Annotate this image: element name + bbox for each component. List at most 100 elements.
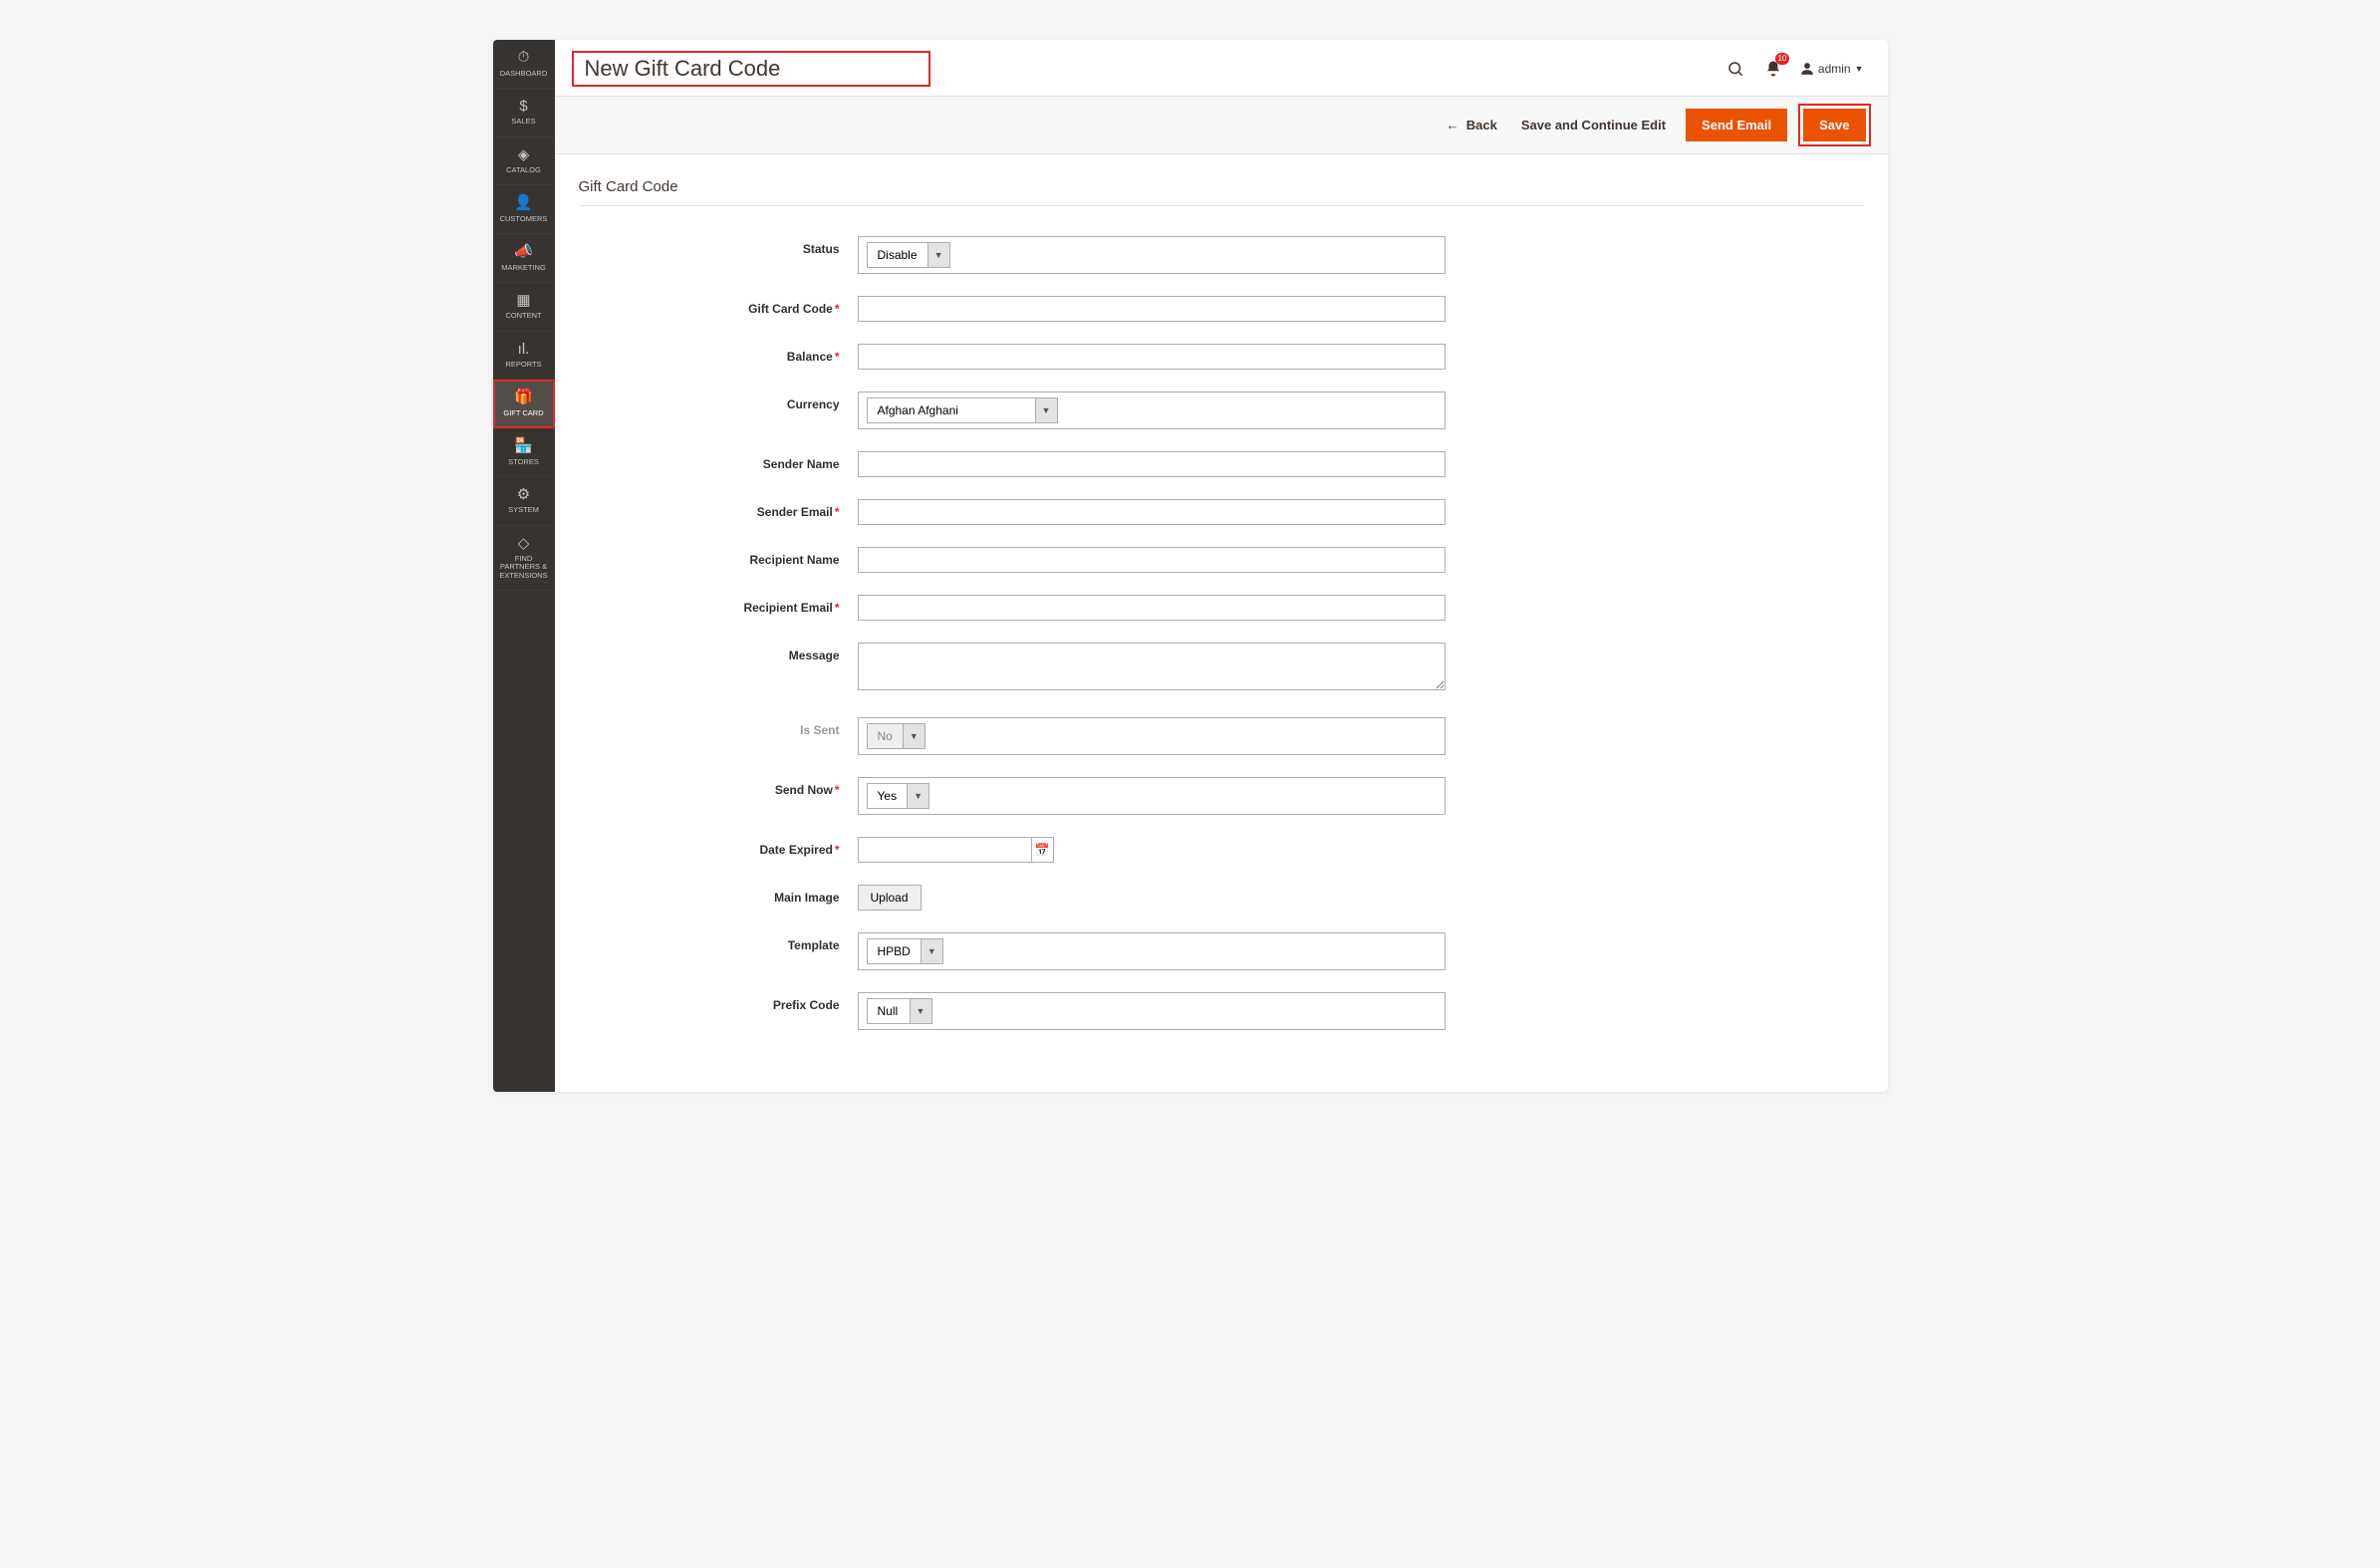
label-is-sent: Is Sent bbox=[579, 717, 858, 737]
sender-name-input[interactable] bbox=[858, 451, 1446, 477]
field-row-message: Message bbox=[579, 643, 1864, 695]
upload-button[interactable]: Upload bbox=[858, 885, 922, 911]
label-template: Template bbox=[579, 932, 858, 952]
field-row-gift-card-code: Gift Card Code* bbox=[579, 296, 1864, 322]
status-select[interactable]: Disable ▼ bbox=[858, 236, 1446, 274]
chevron-down-icon: ▼ bbox=[1855, 64, 1864, 74]
sidebar-item-partners[interactable]: ◇ FIND PARTNERS & EXTENSIONS bbox=[493, 526, 555, 591]
notifications-button[interactable]: 10 bbox=[1762, 58, 1784, 80]
field-row-sender-email: Sender Email* bbox=[579, 499, 1864, 525]
sidebar-item-label: STORES bbox=[508, 458, 539, 466]
sidebar-item-label: FIND PARTNERS & EXTENSIONS bbox=[495, 555, 553, 580]
arrow-left-icon: ← bbox=[1447, 118, 1466, 132]
sidebar-item-label: SYSTEM bbox=[508, 506, 539, 514]
field-row-recipient-name: Recipient Name bbox=[579, 547, 1864, 573]
recipient-email-input[interactable] bbox=[858, 595, 1446, 621]
sidebar-item-dashboard[interactable]: ⏱ DASHBOARD bbox=[493, 40, 555, 89]
field-row-sender-name: Sender Name bbox=[579, 451, 1864, 477]
save-continue-button[interactable]: Save and Continue Edit bbox=[1517, 112, 1670, 138]
back-button[interactable]: ← Back bbox=[1443, 112, 1501, 138]
megaphone-icon: 📣 bbox=[514, 244, 533, 261]
sidebar-item-reports[interactable]: ıl. REPORTS bbox=[493, 332, 555, 381]
prefix-code-value: Null bbox=[867, 998, 911, 1024]
chevron-down-icon: ▼ bbox=[911, 998, 932, 1024]
chevron-down-icon: ▼ bbox=[908, 783, 929, 809]
store-icon: 🏪 bbox=[514, 438, 533, 455]
sidebar-item-marketing[interactable]: 📣 MARKETING bbox=[493, 234, 555, 283]
dollar-icon: $ bbox=[519, 99, 527, 116]
chevron-down-icon: ▼ bbox=[922, 938, 943, 964]
send-now-value: Yes bbox=[867, 783, 909, 809]
sidebar-item-customers[interactable]: 👤 CUSTOMERS bbox=[493, 185, 555, 234]
chevron-down-icon: ▼ bbox=[928, 242, 950, 268]
sidebar-item-gift-card[interactable]: 🎁 GIFT CARD bbox=[493, 380, 555, 428]
gear-icon: ⚙ bbox=[517, 487, 530, 504]
grid-icon: ▦ bbox=[516, 293, 530, 310]
form-section: Gift Card Code Status Disable ▼ Gift Car… bbox=[555, 154, 1888, 1092]
speedometer-icon: ⏱ bbox=[518, 50, 530, 67]
user-name: admin bbox=[1818, 62, 1851, 76]
header-actions: 10 admin ▼ bbox=[1724, 58, 1864, 80]
sidebar-item-label: GIFT CARD bbox=[503, 409, 543, 417]
sidebar-item-content[interactable]: ▦ CONTENT bbox=[493, 283, 555, 332]
field-row-send-now: Send Now* Yes ▼ bbox=[579, 777, 1864, 815]
label-date-expired: Date Expired* bbox=[579, 837, 858, 857]
sidebar-item-label: CONTENT bbox=[505, 312, 541, 320]
field-row-template: Template HPBD ▼ bbox=[579, 932, 1864, 970]
label-gift-card-code: Gift Card Code* bbox=[579, 296, 858, 316]
gift-icon: 🎁 bbox=[514, 390, 533, 406]
sidebar-item-system[interactable]: ⚙ SYSTEM bbox=[493, 477, 555, 526]
main: New Gift Card Code 10 admin ▼ ← Back bbox=[555, 40, 1888, 1092]
currency-select[interactable]: Afghan Afghani ▼ bbox=[858, 392, 1446, 429]
send-now-select[interactable]: Yes ▼ bbox=[858, 777, 1446, 815]
status-value: Disable bbox=[867, 242, 928, 268]
balance-input[interactable] bbox=[858, 344, 1446, 370]
calendar-button[interactable]: 📅 bbox=[1032, 837, 1053, 863]
search-icon bbox=[1726, 60, 1744, 78]
prefix-code-select[interactable]: Null ▼ bbox=[858, 992, 1446, 1030]
sidebar-item-label: SALES bbox=[511, 118, 535, 126]
user-icon bbox=[1800, 62, 1814, 76]
user-menu[interactable]: admin ▼ bbox=[1800, 62, 1864, 76]
box-icon: ◈ bbox=[518, 147, 530, 164]
calendar-icon: 📅 bbox=[1035, 843, 1050, 857]
recipient-name-input[interactable] bbox=[858, 547, 1446, 573]
page-title: New Gift Card Code bbox=[573, 52, 930, 86]
label-main-image: Main Image bbox=[579, 885, 858, 905]
save-button[interactable]: Save bbox=[1803, 109, 1865, 141]
diamond-icon: ◇ bbox=[518, 536, 530, 553]
label-status: Status bbox=[579, 236, 858, 256]
sidebar-item-label: CUSTOMERS bbox=[500, 215, 548, 223]
back-label: Back bbox=[1466, 118, 1497, 132]
sidebar-item-catalog[interactable]: ◈ CATALOG bbox=[493, 137, 555, 186]
page-header: New Gift Card Code 10 admin ▼ bbox=[555, 40, 1888, 97]
sender-email-input[interactable] bbox=[858, 499, 1446, 525]
chart-bar-icon: ıl. bbox=[518, 342, 530, 359]
label-recipient-email: Recipient Email* bbox=[579, 595, 858, 615]
template-select[interactable]: HPBD ▼ bbox=[858, 932, 1446, 970]
date-expired-input[interactable] bbox=[858, 837, 1033, 863]
label-recipient-name: Recipient Name bbox=[579, 547, 858, 567]
label-prefix-code: Prefix Code bbox=[579, 992, 858, 1012]
section-title: Gift Card Code bbox=[579, 178, 1864, 206]
field-row-balance: Balance* bbox=[579, 344, 1864, 370]
label-sender-email: Sender Email* bbox=[579, 499, 858, 519]
field-row-date-expired: Date Expired* 📅 bbox=[579, 837, 1864, 863]
field-row-status: Status Disable ▼ bbox=[579, 236, 1864, 274]
gift-card-code-input[interactable] bbox=[858, 296, 1446, 322]
field-row-prefix-code: Prefix Code Null ▼ bbox=[579, 992, 1864, 1030]
search-button[interactable] bbox=[1724, 58, 1746, 80]
sidebar-item-stores[interactable]: 🏪 STORES bbox=[493, 428, 555, 477]
app-frame: ⏱ DASHBOARD $ SALES ◈ CATALOG 👤 CUSTOMER… bbox=[493, 40, 1888, 1092]
label-balance: Balance* bbox=[579, 344, 858, 364]
chevron-down-icon: ▼ bbox=[904, 723, 926, 749]
sidebar-item-sales[interactable]: $ SALES bbox=[493, 89, 555, 137]
is-sent-value: No bbox=[867, 723, 904, 749]
message-textarea[interactable] bbox=[858, 643, 1446, 690]
label-message: Message bbox=[579, 643, 858, 662]
label-send-now: Send Now* bbox=[579, 777, 858, 797]
sidebar-item-label: DASHBOARD bbox=[500, 70, 548, 78]
sidebar: ⏱ DASHBOARD $ SALES ◈ CATALOG 👤 CUSTOMER… bbox=[493, 40, 555, 1092]
send-email-button[interactable]: Send Email bbox=[1686, 109, 1787, 141]
notification-badge: 10 bbox=[1775, 53, 1789, 65]
